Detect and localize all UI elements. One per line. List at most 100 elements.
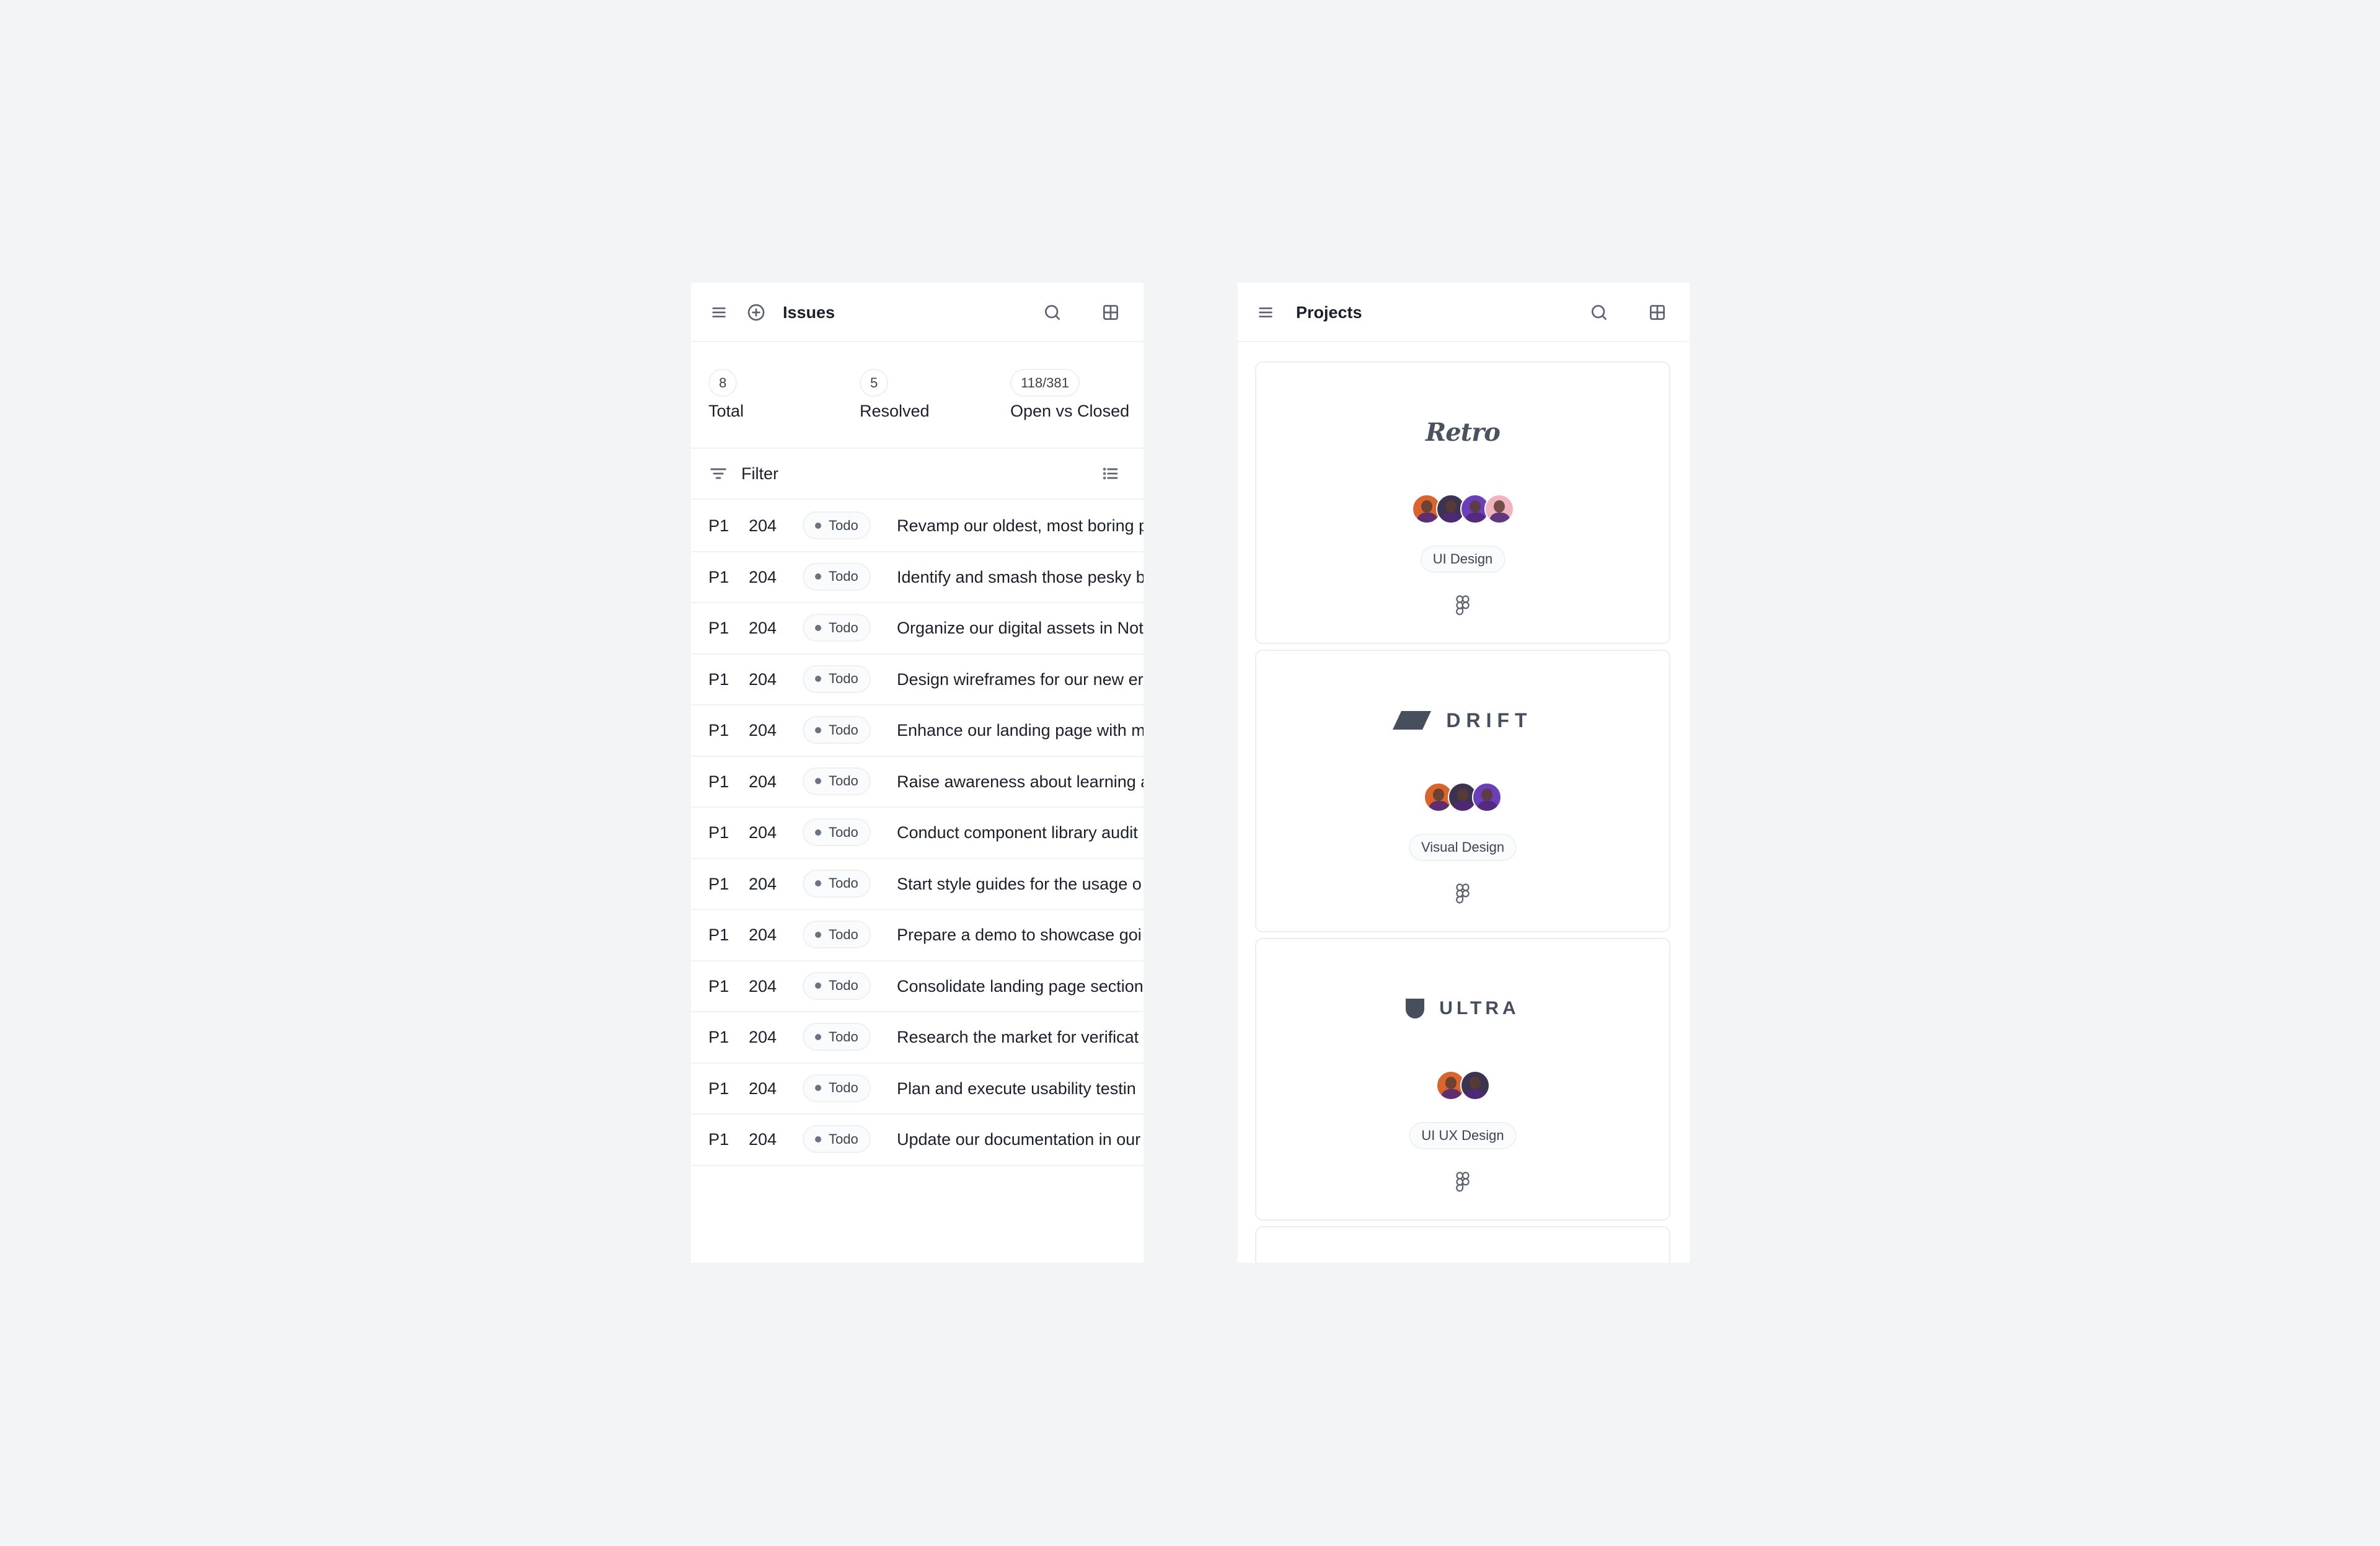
priority-label: P1 <box>708 772 729 791</box>
logo-text: DRIFT <box>1446 709 1533 731</box>
issue-title: Identify and smash those pesky b <box>897 567 1144 586</box>
status-dot-icon <box>815 880 821 886</box>
figma-icon[interactable] <box>1456 883 1470 904</box>
grid-icon[interactable] <box>1100 301 1122 324</box>
project-logo: Retro <box>1256 413 1669 451</box>
issue-row[interactable]: P1 204 Todo Conduct component library audit <box>691 808 1144 859</box>
project-tag: UI Design <box>1420 546 1505 573</box>
avatar[interactable] <box>1484 494 1514 524</box>
logo-text: ULTRA <box>1439 998 1520 1018</box>
issue-row[interactable]: P1 204 Todo Revamp our oldest, most boring … <box>691 501 1144 552</box>
issue-title: Research the market for verificat <box>897 1028 1139 1046</box>
stats-section <box>691 343 1144 449</box>
filter-button[interactable]: Filter <box>741 462 778 485</box>
status-badge[interactable]: Todo <box>803 1074 871 1102</box>
status-badge[interactable]: Todo <box>803 1023 871 1051</box>
page-title: Projects <box>1296 303 1362 322</box>
figma-icon[interactable] <box>1456 595 1470 616</box>
issue-row[interactable]: P1 204 Todo Organize our digital assets in … <box>691 603 1144 655</box>
status-badge[interactable]: Todo <box>803 665 871 693</box>
status-label: Todo <box>829 619 858 635</box>
hamburger-icon[interactable] <box>708 301 730 324</box>
stat-open-closed-value: 118/381 <box>1010 369 1080 397</box>
issue-row[interactable]: P1 204 Todo Start style guides for the usag… <box>691 859 1144 910</box>
issue-number: 204 <box>749 1028 777 1046</box>
issue-row[interactable]: P1 204 Todo Consolidate landing page sectio… <box>691 961 1144 1012</box>
priority-label: P1 <box>708 925 729 944</box>
issue-title: Raise awareness about learning a <box>897 772 1144 791</box>
issue-row[interactable]: P1 204 Todo Raise awareness about learning … <box>691 757 1144 808</box>
project-logo: DRIFT <box>1256 702 1669 739</box>
issues-header: Issues <box>691 283 1144 342</box>
avatar[interactable] <box>1460 1071 1490 1100</box>
stat-resolved-label: Resolved <box>860 402 930 420</box>
status-label: Todo <box>829 926 858 942</box>
status-label: Todo <box>829 1131 858 1147</box>
issue-row[interactable]: P1 204 Todo Enhance our landing page with m <box>691 705 1144 757</box>
status-dot-icon <box>815 1033 821 1040</box>
status-label: Todo <box>829 671 858 686</box>
status-dot-icon <box>815 624 821 631</box>
status-badge[interactable]: Todo <box>803 767 871 795</box>
status-dot-icon <box>815 676 821 682</box>
priority-label: P1 <box>708 1028 729 1046</box>
issue-title: Organize our digital assets in Not <box>897 619 1144 637</box>
search-icon[interactable] <box>1041 301 1064 324</box>
stat-resolved-value: 5 <box>860 369 889 397</box>
project-card-list: Retro UI Design DRIFT Visual Design ULTRA UI … <box>1255 361 1670 1263</box>
status-label: Todo <box>829 1080 858 1095</box>
filter-icon[interactable] <box>708 463 729 484</box>
project-card[interactable] <box>1255 1226 1670 1263</box>
status-badge[interactable]: Todo <box>803 869 871 898</box>
stat-total-value: 8 <box>708 369 738 397</box>
avatar[interactable] <box>1472 782 1502 812</box>
project-card[interactable]: Retro UI Design <box>1255 361 1670 644</box>
stat-open-closed-label: Open vs Closed <box>1010 402 1130 420</box>
projects-header: Projects <box>1238 283 1690 342</box>
issue-row[interactable]: P1 204 Todo Research the market for verific… <box>691 1012 1144 1064</box>
issue-row[interactable]: P1 204 Todo Prepare a demo to showcase goi <box>691 910 1144 961</box>
priority-label: P1 <box>708 567 729 586</box>
issue-row[interactable]: P1 204 Todo Update our documentation in our <box>691 1115 1144 1166</box>
status-dot-icon <box>815 931 821 938</box>
plus-circle-icon[interactable] <box>745 301 767 324</box>
grid-icon[interactable] <box>1646 301 1668 324</box>
list-view-icon[interactable] <box>1100 463 1121 484</box>
status-dot-icon <box>815 727 821 733</box>
priority-label: P1 <box>708 976 729 996</box>
issue-row[interactable]: P1 204 Todo Design wireframes for our new e… <box>691 655 1144 705</box>
status-badge[interactable]: Todo <box>803 1125 871 1153</box>
issue-title: Revamp our oldest, most boring p <box>897 516 1144 535</box>
status-label: Todo <box>829 978 858 993</box>
issue-number: 204 <box>749 619 777 637</box>
project-card[interactable]: DRIFT Visual Design <box>1255 650 1670 932</box>
page-title: Issues <box>783 303 835 322</box>
issue-number: 204 <box>749 874 777 893</box>
issue-row[interactable]: P1 204 Todo Identify and smash those pesky … <box>691 552 1144 603</box>
status-badge[interactable]: Todo <box>803 818 871 846</box>
search-icon[interactable] <box>1588 301 1610 324</box>
status-label: Todo <box>829 773 858 788</box>
status-badge[interactable]: Todo <box>803 716 871 744</box>
hamburger-icon[interactable] <box>1254 301 1277 324</box>
status-badge[interactable]: Todo <box>803 562 871 591</box>
issue-row[interactable]: P1 204 Todo Plan and execute usability test… <box>691 1064 1144 1115</box>
priority-label: P1 <box>708 874 729 893</box>
figma-icon[interactable] <box>1456 1172 1470 1193</box>
status-badge[interactable]: Todo <box>803 971 871 1000</box>
status-label: Todo <box>829 875 858 891</box>
project-tag: UI UX Design <box>1409 1122 1517 1149</box>
shield-logo-icon <box>1406 999 1425 1018</box>
priority-label: P1 <box>708 1130 729 1149</box>
project-card[interactable]: ULTRA UI UX Design <box>1255 938 1670 1221</box>
status-dot-icon <box>815 1136 821 1142</box>
issue-number: 204 <box>749 823 777 842</box>
status-badge[interactable]: Todo <box>803 511 871 539</box>
priority-label: P1 <box>708 669 729 689</box>
issues-panel: Issues 8 Total 5 Resolved 118/381 Open v… <box>691 283 1144 1263</box>
parallelogram-logo-icon <box>1393 711 1432 730</box>
issue-list: P1 204 Todo Revamp our oldest, most boring … <box>691 501 1144 1166</box>
status-dot-icon <box>815 522 821 529</box>
status-badge[interactable]: Todo <box>803 614 871 642</box>
status-badge[interactable]: Todo <box>803 921 871 948</box>
